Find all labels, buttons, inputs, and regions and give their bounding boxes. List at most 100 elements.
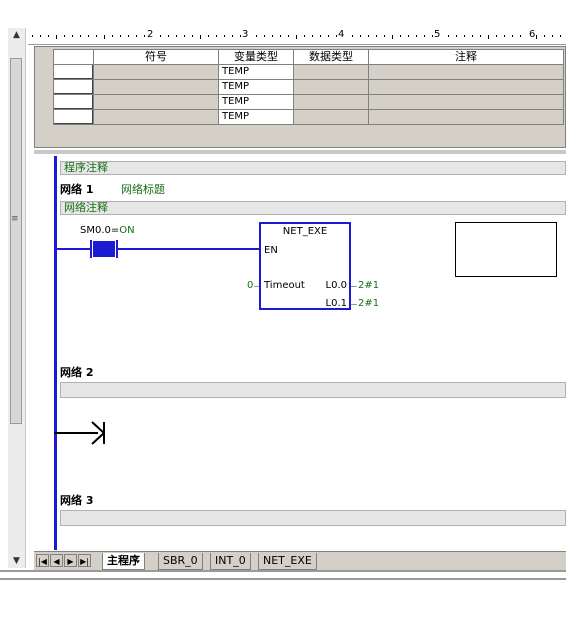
ruler-tick (96, 35, 97, 37)
output-pin-2: L0.1 (325, 298, 347, 309)
data-type-cell[interactable] (293, 94, 369, 110)
timeout-pin-label: Timeout (264, 280, 305, 291)
tab-sbr-0[interactable]: SBR_0 (158, 553, 203, 570)
ruler-tick (512, 35, 513, 37)
row-selector[interactable] (53, 109, 94, 125)
column-header-var-type[interactable]: 变量类型 (218, 49, 294, 65)
ruler-tick (192, 35, 193, 37)
first-tab-icon[interactable]: |◀ (36, 554, 49, 567)
network-2-comment[interactable] (60, 382, 566, 398)
ruler-tick (136, 35, 137, 37)
prev-tab-icon[interactable]: ◀ (50, 554, 63, 567)
pin-connector (351, 304, 357, 305)
ruler-tick (128, 35, 129, 37)
comment-cell[interactable] (368, 94, 564, 110)
column-header-symbol[interactable]: 符号 (93, 49, 219, 65)
ruler-number: 5 (433, 29, 442, 40)
network-1-label[interactable]: 网络 1 (60, 181, 93, 197)
ruler-tick (64, 35, 65, 37)
data-type-cell[interactable] (293, 64, 369, 80)
row-selector[interactable] (53, 94, 94, 110)
contact-state: ON (119, 225, 135, 236)
data-type-cell[interactable] (293, 109, 369, 125)
network-1-title[interactable]: 网络标题 (121, 181, 165, 197)
ruler-tick (56, 35, 57, 39)
var-type-cell[interactable]: TEMP (218, 94, 294, 110)
column-ruler: 2 3 4 5 6 (28, 28, 566, 45)
empty-element-box[interactable] (455, 222, 557, 277)
status-divider (0, 570, 566, 572)
network-2-label[interactable]: 网络 2 (60, 364, 93, 380)
table-row[interactable]: TEMP (53, 94, 564, 110)
last-tab-icon[interactable]: ▶| (78, 554, 91, 567)
ruler-tick (232, 35, 233, 37)
net-exe-function-block[interactable]: NET_EXE EN Timeout L0.0 L0.1 (259, 222, 351, 310)
symbol-cell[interactable] (93, 94, 219, 110)
ruler-tick (312, 35, 313, 37)
ruler-tick (176, 35, 177, 37)
rung-wire (57, 248, 91, 250)
normally-open-contact[interactable] (90, 240, 118, 258)
symbol-cell[interactable] (93, 64, 219, 80)
var-type-cell[interactable]: TEMP (218, 109, 294, 125)
ruler-ticks (32, 35, 561, 39)
ruler-tick (208, 35, 209, 37)
local-variable-table-panel: 符号 变量类型 数据类型 注释 TEMP TEMP TEMP TEMP (34, 46, 566, 148)
network-1-comment[interactable]: 网络注释 (60, 201, 566, 215)
ruler-number: 6 (528, 29, 537, 40)
tab-int-0[interactable]: INT_0 (210, 553, 251, 570)
table-row[interactable]: TEMP (53, 109, 564, 125)
ruler-tick (288, 35, 289, 37)
ruler-tick (520, 35, 521, 37)
ruler-number: 4 (337, 29, 346, 40)
ruler-tick (408, 35, 409, 37)
network-end-icon[interactable] (90, 421, 108, 445)
row-selector[interactable] (53, 64, 94, 80)
comment-cell[interactable] (368, 64, 564, 80)
ruler-tick (328, 35, 329, 37)
table-row[interactable]: TEMP (53, 64, 564, 80)
ruler-tick (296, 35, 297, 39)
contact-address-label: SM0.0=ON (80, 225, 135, 236)
output-pin-1: L0.0 (325, 280, 347, 291)
ruler-tick (280, 35, 281, 37)
network-3-comment[interactable] (60, 510, 566, 526)
column-header-data-type[interactable]: 数据类型 (293, 49, 369, 65)
ruler-tick (200, 35, 201, 39)
var-type-cell[interactable]: TEMP (218, 64, 294, 80)
var-type-cell[interactable]: TEMP (218, 79, 294, 95)
row-selector[interactable] (53, 79, 94, 95)
ruler-tick (48, 35, 49, 37)
symbol-cell[interactable] (93, 79, 219, 95)
ruler-tick (184, 35, 185, 37)
ruler-tick (256, 35, 257, 37)
program-comment[interactable]: 程序注释 (60, 161, 566, 175)
ruler-tick (480, 35, 481, 37)
vertical-scrollbar[interactable]: ▲ ≡ ▼ (8, 28, 26, 568)
scrollbar-thumb[interactable] (10, 58, 22, 424)
local-variable-table: 符号 变量类型 数据类型 注释 TEMP TEMP TEMP TEMP (53, 49, 564, 125)
comment-cell[interactable] (368, 79, 564, 95)
output-2-value[interactable]: 2#1 (358, 298, 379, 309)
scroll-down-icon[interactable]: ▼ (8, 554, 25, 568)
en-pin-label: EN (264, 245, 278, 256)
ruler-tick (168, 35, 169, 37)
symbol-cell[interactable] (93, 109, 219, 125)
comment-cell[interactable] (368, 109, 564, 125)
network-3-label[interactable]: 网络 3 (60, 492, 93, 508)
tab-net-exe[interactable]: NET_EXE (258, 553, 317, 570)
timeout-value[interactable]: 0 (247, 280, 253, 291)
scroll-up-icon[interactable]: ▲ (8, 28, 25, 42)
data-type-cell[interactable] (293, 79, 369, 95)
column-header-comment[interactable]: 注释 (368, 49, 564, 65)
ruler-tick (416, 35, 417, 37)
next-tab-icon[interactable]: ▶ (64, 554, 77, 567)
output-1-value[interactable]: 2#1 (358, 280, 379, 291)
ruler-tick (40, 35, 41, 37)
ruler-tick (472, 35, 473, 37)
block-name: NET_EXE (282, 226, 328, 237)
tab-main-program[interactable]: 主程序 (102, 553, 145, 570)
ruler-tick (368, 35, 369, 37)
table-row[interactable]: TEMP (53, 79, 564, 95)
ruler-tick (112, 35, 113, 37)
